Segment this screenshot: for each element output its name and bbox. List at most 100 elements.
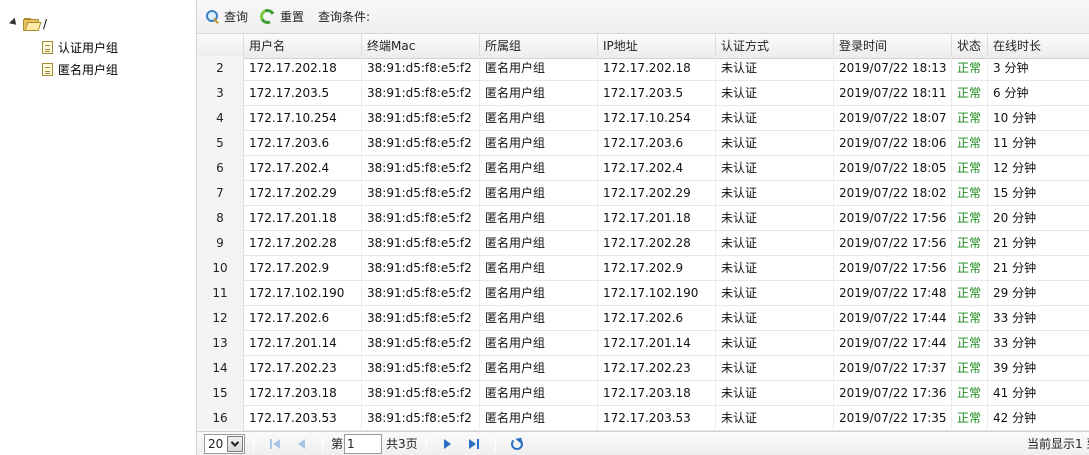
cell-username: 172.17.203.18 xyxy=(244,381,362,406)
page-size-value: 20 xyxy=(208,436,224,451)
cell-ip-address: 172.17.202.6 xyxy=(598,306,716,331)
cell-username: 172.17.203.53 xyxy=(244,406,362,431)
cell-row-number: 8 xyxy=(197,206,244,231)
table-row[interactable]: 14 172.17.202.23 38:91:d5:f8:e5:f2 匿名用户组 172… xyxy=(197,356,1089,381)
cell-online-duration: 42 分钟 xyxy=(988,406,1089,431)
prev-page-button[interactable] xyxy=(293,436,309,452)
cell-group: 匿名用户组 xyxy=(480,406,598,431)
tree-node-label: / xyxy=(43,17,48,31)
cell-terminal-mac: 38:91:d5:f8:e5:f2 xyxy=(362,206,480,231)
cell-terminal-mac: 38:91:d5:f8:e5:f2 xyxy=(362,131,480,156)
tree-node-label: 认证用户组 xyxy=(58,40,119,55)
cell-terminal-mac: 38:91:d5:f8:e5:f2 xyxy=(362,81,480,106)
cell-online-duration: 39 分钟 xyxy=(988,356,1089,381)
cell-group: 匿名用户组 xyxy=(480,131,598,156)
cell-status: 正常 xyxy=(952,406,988,431)
cell-login-time: 2019/07/22 17:44 xyxy=(834,306,952,331)
table-row[interactable]: 4 172.17.10.254 38:91:d5:f8:e5:f2 匿名用户组 172.… xyxy=(197,106,1089,131)
cell-login-time: 2019/07/22 18:02 xyxy=(834,181,952,206)
users-table: 用户名 终端Mac 所属组 IP地址 认证方式 登录时间 状态 在线时长 2 172.17.20… xyxy=(197,34,1089,431)
cell-terminal-mac: 38:91:d5:f8:e5:f2 xyxy=(362,281,480,306)
cell-row-number: 11 xyxy=(197,281,244,306)
cell-login-time: 2019/07/22 17:37 xyxy=(834,356,952,381)
document-icon xyxy=(42,40,53,54)
table-row[interactable]: 2 172.17.202.18 38:91:d5:f8:e5:f2 匿名用户组 172.… xyxy=(197,56,1089,81)
reset-button-label: 重置 xyxy=(280,10,305,24)
cell-ip-address: 172.17.202.18 xyxy=(598,56,716,81)
table-row[interactable]: 15 172.17.203.18 38:91:d5:f8:e5:f2 匿名用户组 172… xyxy=(197,381,1089,406)
tree-node-root[interactable]: / xyxy=(9,13,47,35)
refresh-icon xyxy=(510,437,523,450)
cell-row-number: 6 xyxy=(197,156,244,181)
cell-status: 正常 xyxy=(952,381,988,406)
cell-online-duration: 15 分钟 xyxy=(988,181,1089,206)
cell-row-number: 10 xyxy=(197,256,244,281)
table-body: 2 172.17.202.18 38:91:d5:f8:e5:f2 匿名用户组 172.… xyxy=(197,56,1089,431)
cell-ip-address: 172.17.201.14 xyxy=(598,331,716,356)
table-row[interactable]: 5 172.17.203.6 38:91:d5:f8:e5:f2 匿名用户组 172.1… xyxy=(197,131,1089,156)
page-size-select[interactable]: 20 xyxy=(204,433,245,454)
cell-terminal-mac: 38:91:d5:f8:e5:f2 xyxy=(362,181,480,206)
first-page-button[interactable] xyxy=(267,436,283,452)
tree-expand-icon[interactable] xyxy=(9,17,19,29)
reset-button[interactable]: 重置 xyxy=(257,6,305,27)
page-number-input[interactable]: 1 xyxy=(344,433,383,454)
first-page-icon xyxy=(270,438,272,449)
cell-login-time: 2019/07/22 17:35 xyxy=(834,406,952,431)
table-row[interactable]: 11 172.17.102.190 38:91:d5:f8:e5:f2 匿名用户组 17… xyxy=(197,281,1089,306)
page-info-label: 当前显示1 到 xyxy=(1027,437,1089,451)
cell-username: 172.17.202.28 xyxy=(244,231,362,256)
cell-auth-method: 未认证 xyxy=(716,256,834,281)
cell-online-duration: 11 分钟 xyxy=(988,131,1089,156)
last-page-icon xyxy=(468,438,476,449)
cell-username: 172.17.201.14 xyxy=(244,331,362,356)
tree-node-anonymous-group[interactable]: 匿名用户组 xyxy=(42,58,118,80)
cell-online-duration: 33 分钟 xyxy=(988,306,1089,331)
search-icon xyxy=(206,9,220,24)
cell-terminal-mac: 38:91:d5:f8:e5:f2 xyxy=(362,406,480,431)
cell-terminal-mac: 38:91:d5:f8:e5:f2 xyxy=(362,381,480,406)
cell-login-time: 2019/07/22 17:36 xyxy=(834,381,952,406)
cell-status: 正常 xyxy=(952,331,988,356)
tree-node-auth-group[interactable]: 认证用户组 xyxy=(42,36,118,58)
cell-auth-method: 未认证 xyxy=(716,206,834,231)
table-row[interactable]: 9 172.17.202.28 38:91:d5:f8:e5:f2 匿名用户组 172.… xyxy=(197,231,1089,256)
cell-username: 172.17.201.18 xyxy=(244,206,362,231)
cell-row-number: 12 xyxy=(197,306,244,331)
cell-ip-address: 172.17.202.4 xyxy=(598,156,716,181)
cell-login-time: 2019/07/22 17:48 xyxy=(834,281,952,306)
cell-ip-address: 172.17.202.28 xyxy=(598,231,716,256)
query-button[interactable]: 查询 xyxy=(206,8,248,25)
dropdown-arrow[interactable] xyxy=(227,435,243,452)
folder-open-icon xyxy=(23,17,42,31)
cell-terminal-mac: 38:91:d5:f8:e5:f2 xyxy=(362,231,480,256)
table-row[interactable]: 6 172.17.202.4 38:91:d5:f8:e5:f2 匿名用户组 172.1… xyxy=(197,156,1089,181)
cell-row-number: 14 xyxy=(197,356,244,381)
cell-status: 正常 xyxy=(952,256,988,281)
cell-ip-address: 172.17.203.18 xyxy=(598,381,716,406)
cell-auth-method: 未认证 xyxy=(716,81,834,106)
cell-username: 172.17.10.254 xyxy=(244,106,362,131)
table-row[interactable]: 13 172.17.201.14 38:91:d5:f8:e5:f2 匿名用户组 172… xyxy=(197,331,1089,356)
table-row[interactable]: 12 172.17.202.6 38:91:d5:f8:e5:f2 匿名用户组 172.… xyxy=(197,306,1089,331)
table-row[interactable]: 7 172.17.202.29 38:91:d5:f8:e5:f2 匿名用户组 172.… xyxy=(197,181,1089,206)
cell-group: 匿名用户组 xyxy=(480,106,598,131)
cell-auth-method: 未认证 xyxy=(716,306,834,331)
cell-status: 正常 xyxy=(952,81,988,106)
table-row[interactable]: 16 172.17.203.53 38:91:d5:f8:e5:f2 匿名用户组 172… xyxy=(197,406,1089,431)
next-page-button[interactable] xyxy=(440,436,456,452)
cell-ip-address: 172.17.202.9 xyxy=(598,256,716,281)
cell-login-time: 2019/07/22 18:07 xyxy=(834,106,952,131)
refresh-button[interactable] xyxy=(509,436,525,452)
cell-terminal-mac: 38:91:d5:f8:e5:f2 xyxy=(362,156,480,181)
cell-ip-address: 172.17.102.190 xyxy=(598,281,716,306)
cell-group: 匿名用户组 xyxy=(480,256,598,281)
table-row[interactable]: 8 172.17.201.18 38:91:d5:f8:e5:f2 匿名用户组 172.… xyxy=(197,206,1089,231)
last-page-button[interactable] xyxy=(466,436,482,452)
cell-username: 172.17.202.18 xyxy=(244,56,362,81)
divider xyxy=(253,435,254,452)
cell-status: 正常 xyxy=(952,181,988,206)
online-users-panel: 查询 重置 查询条件: 用户名 终端Mac 所属组 IP地址 认证方式 登录时间 状态 在线时… xyxy=(196,0,1089,455)
table-row[interactable]: 10 172.17.202.9 38:91:d5:f8:e5:f2 匿名用户组 172.… xyxy=(197,256,1089,281)
table-row[interactable]: 3 172.17.203.5 38:91:d5:f8:e5:f2 匿名用户组 172.1… xyxy=(197,81,1089,106)
